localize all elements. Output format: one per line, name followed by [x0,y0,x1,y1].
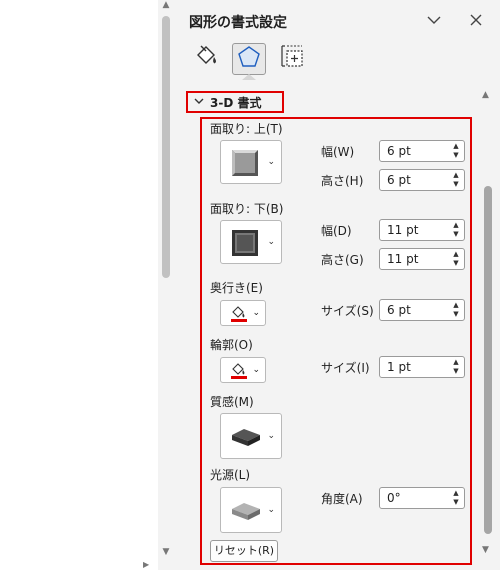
pane-title: 図形の書式設定 [189,15,287,31]
chevron-down-icon: ⌄ [267,237,275,247]
chevron-down-icon: ⌄ [267,505,275,515]
scroll-up-arrow-icon[interactable]: ▲ [482,90,489,100]
tab-effects[interactable] [232,43,266,75]
bevel-top-height-value: 6 pt [387,173,411,187]
pane-scroll-thumb[interactable] [484,186,492,534]
bevel-top-height-input[interactable]: 6 pt ▲ ▼ [379,169,465,191]
depth-size-value: 6 pt [387,303,411,317]
scroll-right-arrow-icon[interactable]: ▶ [143,560,149,569]
contour-size-label: サイズ(I) [321,361,370,375]
tab-fill-and-line[interactable] [191,43,221,73]
contour-label: 輪郭(O) [210,338,253,352]
spin-arrows-icon[interactable]: ▲ ▼ [452,221,460,239]
paint-bucket-icon [193,43,219,73]
section-3d-format-header[interactable]: 3-D 書式 [186,91,284,113]
bevel-bottom-width-input[interactable]: 11 pt ▲ ▼ [379,219,465,241]
section-title: 3-D 書式 [210,95,262,110]
contour-size-value: 1 pt [387,360,411,374]
depth-size-input[interactable]: 6 pt ▲ ▼ [379,299,465,321]
lighting-dropdown[interactable]: ⌄ [220,487,282,533]
scroll-down-arrow-icon[interactable]: ▼ [482,545,489,555]
document-area [0,0,158,570]
pane-scrollbar[interactable]: ▲ ▼ [482,90,494,562]
bevel-top-width-input[interactable]: 6 pt ▲ ▼ [379,140,465,162]
lighting-icon [230,499,262,527]
bevel-bottom-height-input[interactable]: 11 pt ▲ ▼ [379,248,465,270]
bevel-top-width-value: 6 pt [387,144,411,158]
spin-arrows-icon[interactable]: ▲ ▼ [452,171,460,189]
bevel-top-dropdown[interactable]: ⌄ [220,140,282,184]
contour-color-button[interactable]: ⌄ [220,357,266,383]
bevel-bottom-width-value: 11 pt [387,223,419,237]
scroll-up-arrow-icon[interactable]: ▲ [161,0,171,10]
spin-arrows-icon[interactable]: ▲ ▼ [452,142,460,160]
scroll-down-arrow-icon[interactable]: ▼ [161,546,171,558]
document-scroll-thumb[interactable] [162,16,170,278]
bevel-inset-icon [231,229,261,261]
document-scrollbar[interactable]: ▲ ▼ [158,0,176,570]
bevel-top-height-label: 高さ(H) [321,174,364,188]
lighting-angle-label: 角度(A) [321,492,363,506]
chevron-down-icon: ⌄ [252,365,260,375]
spin-arrows-icon[interactable]: ▲ ▼ [452,358,460,376]
bevel-bottom-label: 面取り: 下(B) [210,202,284,216]
close-icon[interactable] [466,10,486,30]
chevron-down-icon: ⌄ [267,157,275,167]
format-shape-pane: 図形の書式設定 3-D 書式 ▲ ▼ 面取り: 上(T) ⌄ 幅(W) 6 pt… [176,0,500,570]
material-icon [230,425,262,453]
depth-size-label: サイズ(S) [321,304,374,318]
chevron-down-icon: ⌄ [267,431,275,441]
lighting-angle-input[interactable]: 0° ▲ ▼ [379,487,465,509]
paint-bucket-icon [230,361,248,383]
bevel-top-width-label: 幅(W) [321,145,355,159]
selected-tab-indicator [242,74,256,80]
spin-arrows-icon[interactable]: ▲ ▼ [452,489,460,507]
bevel-bottom-dropdown[interactable]: ⌄ [220,220,282,264]
chevron-down-icon: ⌄ [252,308,260,318]
chevron-down-icon [192,97,206,108]
depth-label: 奥行き(E) [210,281,263,295]
contour-size-input[interactable]: 1 pt ▲ ▼ [379,356,465,378]
tab-size-properties[interactable] [277,43,307,73]
lighting-angle-value: 0° [387,491,401,505]
material-label: 質感(M) [210,395,254,409]
pane-options-chevron-icon[interactable] [424,10,444,30]
spin-arrows-icon[interactable]: ▲ ▼ [452,250,460,268]
bevel-bottom-height-label: 高さ(G) [321,253,364,267]
bevel-top-label: 面取り: 上(T) [210,122,283,136]
spin-arrows-icon[interactable]: ▲ ▼ [452,301,460,319]
material-dropdown[interactable]: ⌄ [220,413,282,459]
pentagon-icon [236,44,262,74]
reset-button[interactable]: リセット(R) [210,540,278,562]
bevel-convex-icon [231,149,261,181]
lighting-label: 光源(L) [210,468,251,482]
depth-color-button[interactable]: ⌄ [220,300,266,326]
bevel-bottom-width-label: 幅(D) [321,224,352,238]
paint-bucket-icon [230,304,248,326]
bevel-bottom-height-value: 11 pt [387,252,419,266]
size-properties-icon [279,43,305,73]
